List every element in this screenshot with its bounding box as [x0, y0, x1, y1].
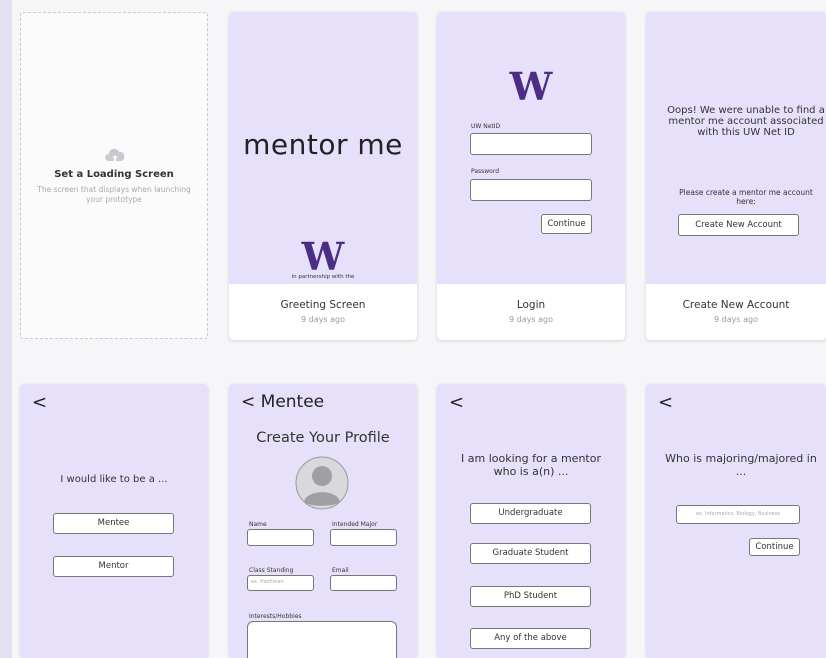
phd-student-button[interactable]: PhD Student: [470, 586, 591, 607]
looking-for-question: I am looking for a mentor who is a(n) ..…: [461, 452, 601, 478]
cloud-upload-icon: [105, 148, 125, 162]
screen-preview: W UW NetID Password Continue: [437, 12, 625, 284]
mentee-button[interactable]: Mentee: [53, 513, 174, 534]
graduate-student-button[interactable]: Graduate Student: [470, 543, 591, 564]
back-mentee-link[interactable]: < Mentee: [241, 392, 324, 412]
class-standing-placeholder: ex. freshman: [251, 579, 284, 585]
continue-button[interactable]: Continue: [541, 214, 592, 234]
back-icon[interactable]: <: [449, 392, 464, 413]
undergraduate-button[interactable]: Undergraduate: [470, 503, 591, 524]
screen-preview: Oops! We were unable to find a mentor me…: [646, 12, 826, 284]
continue-button[interactable]: Continue: [749, 538, 800, 556]
screen-card-create-profile[interactable]: < Mentee Create Your Profile Name Intend…: [229, 384, 417, 658]
any-of-the-above-button[interactable]: Any of the above: [470, 628, 591, 649]
role-question: I would like to be a ...: [60, 474, 168, 485]
screen-timestamp: 9 days ago: [714, 315, 758, 324]
screen-card-greeting[interactable]: mentor me W in partnership with the Gree…: [229, 12, 417, 340]
interests-label: Interests/Hobbies: [249, 613, 302, 620]
profile-title: Create Your Profile: [256, 430, 390, 446]
avatar-placeholder-icon: [295, 456, 349, 510]
interests-field[interactable]: [247, 621, 397, 658]
class-standing-label: Class Standing: [249, 567, 294, 574]
screen-card-majoring[interactable]: < Who is majoring/majored in ... ex. Inf…: [646, 384, 826, 658]
password-label: Password: [471, 168, 500, 175]
app-logo-text: mentor me: [243, 128, 403, 161]
screen-preview: mentor me W in partnership with the: [229, 12, 417, 284]
screen-preview: < Who is majoring/majored in ... ex. Inf…: [646, 384, 826, 658]
screen-card-login[interactable]: W UW NetID Password Continue Login 9 day…: [437, 12, 625, 340]
back-icon[interactable]: <: [658, 392, 673, 413]
loading-screen-placeholder[interactable]: Set a Loading Screen The screen that dis…: [20, 12, 208, 339]
create-account-prompt: Please create a mentor me account here:: [679, 188, 813, 206]
netid-label: UW NetID: [471, 123, 501, 130]
screen-preview: < I am looking for a mentor who is a(n) …: [437, 384, 625, 658]
class-standing-field[interactable]: ex. freshman: [247, 575, 314, 591]
major-field[interactable]: [330, 529, 397, 546]
screen-name: Login: [516, 299, 546, 311]
major-label: Intended Major: [332, 521, 378, 528]
mentor-button[interactable]: Mentor: [53, 556, 174, 577]
screen-name: Create New Account: [682, 299, 790, 311]
screen-preview: < Mentee Create Your Profile Name Intend…: [229, 384, 417, 658]
email-label: Email: [332, 567, 349, 574]
netid-field[interactable]: [470, 133, 592, 155]
screen-timestamp: 9 days ago: [301, 315, 345, 324]
error-message: Oops! We were unable to find a mentor me…: [667, 105, 825, 138]
screen-timestamp: 9 days ago: [509, 315, 553, 324]
screen-preview: < I would like to be a ... Mentee Mentor: [20, 384, 208, 658]
name-label: Name: [249, 521, 267, 528]
screen-card-looking-for[interactable]: < I am looking for a mentor who is a(n) …: [437, 384, 625, 658]
screen-name: Greeting Screen: [280, 299, 366, 311]
majoring-question: Who is majoring/majored in ...: [665, 452, 817, 478]
email-field[interactable]: [330, 575, 397, 591]
loading-description: The screen that displays when launching …: [37, 185, 191, 204]
name-field[interactable]: [247, 529, 314, 546]
screen-card-role-select[interactable]: < I would like to be a ... Mentee Mentor: [20, 384, 208, 658]
screen-card-create-account[interactable]: Oops! We were unable to find a mentor me…: [646, 12, 826, 340]
create-new-account-button[interactable]: Create New Account: [678, 214, 799, 236]
partnership-text: in partnership with the: [291, 274, 355, 280]
back-icon[interactable]: <: [32, 392, 47, 413]
uw-w-logo: W: [301, 234, 345, 279]
major-search-field[interactable]: ex. Informatics, Biology, Business: [676, 505, 800, 524]
uw-w-logo: W: [509, 64, 553, 109]
major-placeholder: ex. Informatics, Biology, Business: [695, 511, 781, 517]
loading-title: Set a Loading Screen: [54, 169, 174, 180]
password-field[interactable]: [470, 179, 592, 201]
